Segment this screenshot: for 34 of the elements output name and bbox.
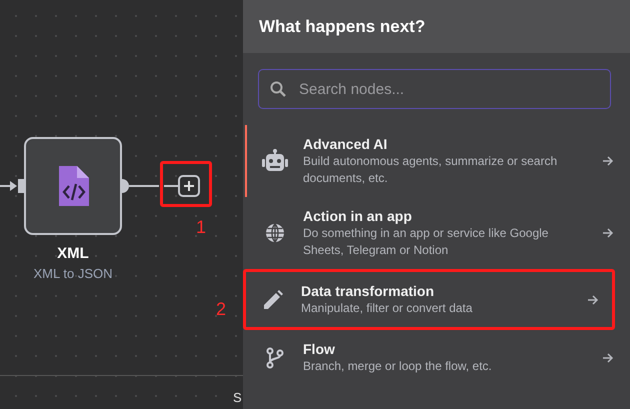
node-subtitle: XML to JSON [32, 265, 114, 283]
arrow-right-icon [602, 227, 614, 239]
category-item[interactable]: Action in an app Do something in an app or service like Google Sheets, Telegram or Notion [243, 197, 630, 269]
annotation-number: 2 [216, 300, 226, 318]
node-title: XML [56, 244, 90, 264]
output-connector[interactable] [122, 179, 159, 193]
globe-icon [265, 223, 285, 243]
item-description: Branch, merge or loop the flow, etc. [303, 358, 493, 375]
connection-arrow [0, 178, 24, 194]
arrow-right-icon [602, 352, 614, 364]
add-node-icon[interactable] [164, 175, 200, 197]
branch-icon [266, 346, 284, 368]
bottom-bar-text: S [233, 389, 242, 407]
category-item[interactable]: Data transformation Manipulate, filter or convert data [243, 269, 615, 330]
code-file-icon [57, 166, 89, 206]
arrow-right-icon [602, 155, 614, 167]
category-item[interactable]: Advanced AI Build autonomous agents, summarize or search documents, etc. [243, 125, 630, 197]
item-title: Flow [303, 340, 336, 358]
pencil-icon [262, 288, 284, 310]
search-icon [270, 81, 286, 97]
item-description: Do something in an app or service like Google Sheets, Telegram or Notion [303, 225, 550, 259]
annotation-box [160, 161, 212, 207]
category-item[interactable]: Flow Branch, merge or loop the flow, etc. [243, 330, 630, 385]
item-title: Data transformation [301, 282, 436, 300]
annotation-number: 1 [196, 218, 206, 236]
arrow-right-icon [587, 294, 599, 306]
robot-icon [262, 149, 288, 173]
item-description: Build autonomous agents, summarize or search documents, etc. [303, 153, 558, 187]
item-description: Manipulate, filter or convert data [301, 300, 474, 317]
item-title: Action in an app [303, 207, 413, 225]
search-field[interactable]: Search nodes... [258, 69, 611, 109]
panel-title: What happens next? [259, 16, 426, 38]
xml-node[interactable] [24, 137, 122, 235]
item-title: Advanced AI [303, 135, 388, 153]
